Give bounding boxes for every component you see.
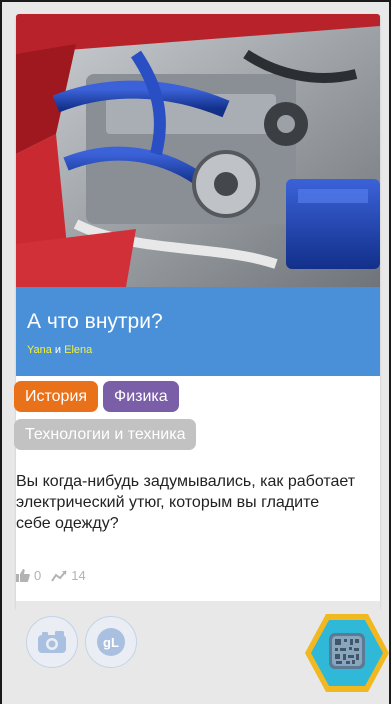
title-band: А что внутри? Yana и Elena: [16, 287, 380, 376]
views-stat: 14: [51, 568, 86, 583]
qr-badge-icon[interactable]: [304, 610, 390, 696]
tag-physics[interactable]: Физика: [103, 381, 179, 412]
card-title[interactable]: А что внутри?: [27, 309, 369, 335]
card-authors: Yana и Elena: [27, 343, 369, 357]
camera-button[interactable]: [26, 616, 78, 668]
authors-connector: и: [51, 344, 65, 356]
likes-count: 0: [34, 568, 42, 583]
card-description: Вы когда-нибудь задумывались, как работа…: [16, 473, 356, 532]
trend-icon: [51, 569, 67, 582]
tag-list: История Физика Технологии и техника: [14, 381, 354, 457]
tag-history[interactable]: История: [14, 381, 99, 412]
svg-text:gL: gL: [103, 635, 119, 650]
tag-technology[interactable]: Технологии и техника: [14, 419, 197, 450]
camera-icon: [38, 631, 66, 653]
views-count: 14: [71, 568, 86, 583]
gl-icon: gL: [97, 628, 125, 656]
card-photo: [16, 14, 380, 287]
gl-button[interactable]: gL: [85, 616, 137, 668]
author-link-elena[interactable]: Elena: [64, 344, 92, 356]
thumbs-up-icon: [16, 569, 30, 582]
author-link-yana[interactable]: Yana: [27, 344, 52, 356]
likes-stat[interactable]: 0: [16, 568, 41, 583]
card-stats: 0 14: [16, 568, 96, 583]
